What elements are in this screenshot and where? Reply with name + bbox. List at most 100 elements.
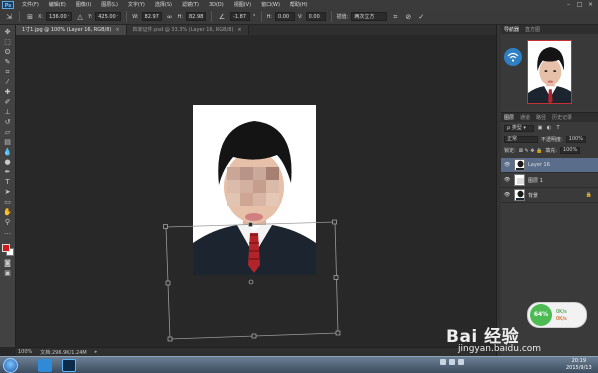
shape-tool-icon[interactable]: ▭ xyxy=(2,199,14,206)
menu-select[interactable]: 选择(S) xyxy=(150,1,177,8)
angle-field[interactable] xyxy=(230,12,250,21)
close-icon[interactable]: × xyxy=(586,1,595,8)
photoshop-taskbar-icon[interactable] xyxy=(62,359,76,372)
x-field[interactable] xyxy=(46,12,73,21)
gradient-tool-icon[interactable]: ▤ xyxy=(2,139,14,146)
transform-handle[interactable] xyxy=(165,280,171,286)
menu-type[interactable]: 文字(Y) xyxy=(123,1,150,8)
relative-position-icon[interactable]: △ xyxy=(75,12,85,22)
visibility-eye-icon[interactable]: 👁 xyxy=(504,177,511,183)
pen-tool-icon[interactable]: ✒ xyxy=(2,169,14,176)
lasso-tool-icon[interactable]: ʘ xyxy=(2,49,14,56)
close-tab-icon[interactable]: × xyxy=(115,27,119,33)
interpolation-select[interactable] xyxy=(351,12,388,21)
tools-panel: ✥ ⬚ ʘ ✎ ⌗ ⁄ ✚ ✐ ⊥ ↺ ▱ ▤ 💧 ● ✒ T ➤ ▭ ✋ ⚲ … xyxy=(0,25,16,347)
menu-filter[interactable]: 滤镜(T) xyxy=(177,1,204,8)
document-canvas[interactable] xyxy=(193,105,316,275)
tab-navigator[interactable]: 导航器 xyxy=(504,26,519,33)
height-field[interactable] xyxy=(186,12,206,21)
warp-mode-icon[interactable]: ⌗ xyxy=(390,12,400,22)
transform-handle[interactable] xyxy=(333,275,339,280)
healing-brush-tool-icon[interactable]: ✚ xyxy=(2,89,14,96)
menu-layer[interactable]: 图层(L) xyxy=(96,1,123,8)
path-selection-tool-icon[interactable]: ➤ xyxy=(2,189,14,196)
screen-mode-icon[interactable]: ▣ xyxy=(2,270,14,277)
transform-handle[interactable] xyxy=(163,224,168,229)
transform-tool-icon[interactable]: ⇲ xyxy=(4,12,14,22)
zoom-tool-icon[interactable]: ⚲ xyxy=(2,219,14,226)
transform-handle[interactable] xyxy=(167,336,173,342)
fill-field[interactable]: 100% xyxy=(559,147,581,154)
layer-item[interactable]: 👁 背景 🔒 xyxy=(501,188,598,203)
menu-3d[interactable]: 3D(D) xyxy=(204,2,229,8)
transform-handle[interactable] xyxy=(335,330,341,336)
minimize-icon[interactable]: – xyxy=(564,1,573,8)
tab-paths[interactable]: 路径 xyxy=(536,114,546,121)
menu-view[interactable]: 视图(V) xyxy=(229,1,256,8)
transform-handle[interactable] xyxy=(251,333,257,339)
history-brush-tool-icon[interactable]: ↺ xyxy=(2,119,14,126)
canvas-area[interactable] xyxy=(16,35,496,347)
tray-icon[interactable] xyxy=(440,359,446,365)
layer-item[interactable]: 👁 Layer 16 xyxy=(501,158,598,173)
transform-handle[interactable] xyxy=(332,219,337,225)
visibility-eye-icon[interactable]: 👁 xyxy=(504,192,511,198)
menu-file[interactable]: 文件(F) xyxy=(17,1,44,8)
start-button[interactable] xyxy=(3,358,18,373)
color-swatches[interactable] xyxy=(1,243,15,257)
tray-icon[interactable] xyxy=(449,359,455,365)
system-clock[interactable]: 20:19 2015/9/13 xyxy=(566,358,592,372)
tab-doc-1[interactable]: 1寸1.jpg @ 100% (Layer 16, RGB/8) × xyxy=(16,25,127,35)
layer-item[interactable]: 👁 图层 1 xyxy=(501,173,598,188)
zoom-level[interactable]: 100% xyxy=(18,349,32,355)
commit-transform-icon[interactable]: ✓ xyxy=(416,12,426,22)
lock-options-icon[interactable]: ⊠ ✎ ✥ 🔒 xyxy=(519,148,543,154)
more-tools-icon[interactable]: … xyxy=(2,229,14,236)
opacity-field[interactable]: 100% xyxy=(565,136,586,143)
width-field[interactable] xyxy=(141,12,162,21)
marquee-tool-icon[interactable]: ⬚ xyxy=(2,39,14,46)
hskew-field[interactable] xyxy=(274,12,295,21)
wifi-icon[interactable] xyxy=(504,48,522,66)
navigator-thumbnail[interactable] xyxy=(527,40,572,104)
tray-icon[interactable] xyxy=(458,359,464,365)
menu-image[interactable]: 图像(I) xyxy=(71,1,96,8)
hand-tool-icon[interactable]: ✋ xyxy=(2,209,14,216)
filter-pixel-icon[interactable]: ▣ xyxy=(537,125,543,132)
transform-center-point[interactable] xyxy=(248,279,254,285)
clone-stamp-tool-icon[interactable]: ⊥ xyxy=(2,109,14,116)
menu-help[interactable]: 帮助(H) xyxy=(285,1,313,8)
tab-histogram[interactable]: 直方图 xyxy=(525,26,540,33)
layer-filter-select[interactable]: ρ 类型 ▾ xyxy=(504,125,534,132)
visibility-eye-icon[interactable]: 👁 xyxy=(504,162,511,168)
eyedropper-tool-icon[interactable]: ⁄ xyxy=(2,79,14,86)
y-field[interactable] xyxy=(95,12,122,21)
reference-point-icon[interactable]: ⊞ xyxy=(25,12,35,22)
link-icon[interactable]: ∞ xyxy=(165,12,175,22)
close-tab-icon[interactable]: × xyxy=(237,27,241,33)
vskew-field[interactable] xyxy=(305,12,326,21)
brush-tool-icon[interactable]: ✐ xyxy=(2,99,14,106)
eraser-tool-icon[interactable]: ▱ xyxy=(2,129,14,136)
menu-window[interactable]: 窗口(W) xyxy=(256,1,285,8)
tab-history[interactable]: 历史记录 xyxy=(552,114,572,121)
tab-doc-2[interactable]: 四家证件.psd @ 33.3% (Layer 16, RGB/8) × xyxy=(126,25,249,35)
maximize-icon[interactable]: □ xyxy=(575,1,584,8)
status-menu-icon[interactable]: ▸ xyxy=(95,349,98,355)
type-tool-icon[interactable]: T xyxy=(2,179,14,186)
filter-type-icon[interactable]: T xyxy=(555,125,561,132)
crop-tool-icon[interactable]: ⌗ xyxy=(2,69,14,76)
browser-icon[interactable] xyxy=(38,359,52,372)
move-tool-icon[interactable]: ✥ xyxy=(2,29,14,36)
tab-layers[interactable]: 图层 xyxy=(504,114,514,121)
blend-mode-select[interactable]: 正常 xyxy=(504,136,538,143)
dodge-tool-icon[interactable]: ● xyxy=(2,159,14,166)
tab-channels[interactable]: 通道 xyxy=(520,114,530,121)
blur-tool-icon[interactable]: 💧 xyxy=(2,149,14,156)
menu-edit[interactable]: 编辑(E) xyxy=(44,1,71,8)
foreground-color-swatch[interactable] xyxy=(1,244,10,252)
quick-mask-icon[interactable]: ◙ xyxy=(2,260,14,267)
cancel-transform-icon[interactable]: ⊘ xyxy=(403,12,413,22)
filter-adjust-icon[interactable]: ◐ xyxy=(546,125,552,132)
quick-select-tool-icon[interactable]: ✎ xyxy=(2,59,14,66)
